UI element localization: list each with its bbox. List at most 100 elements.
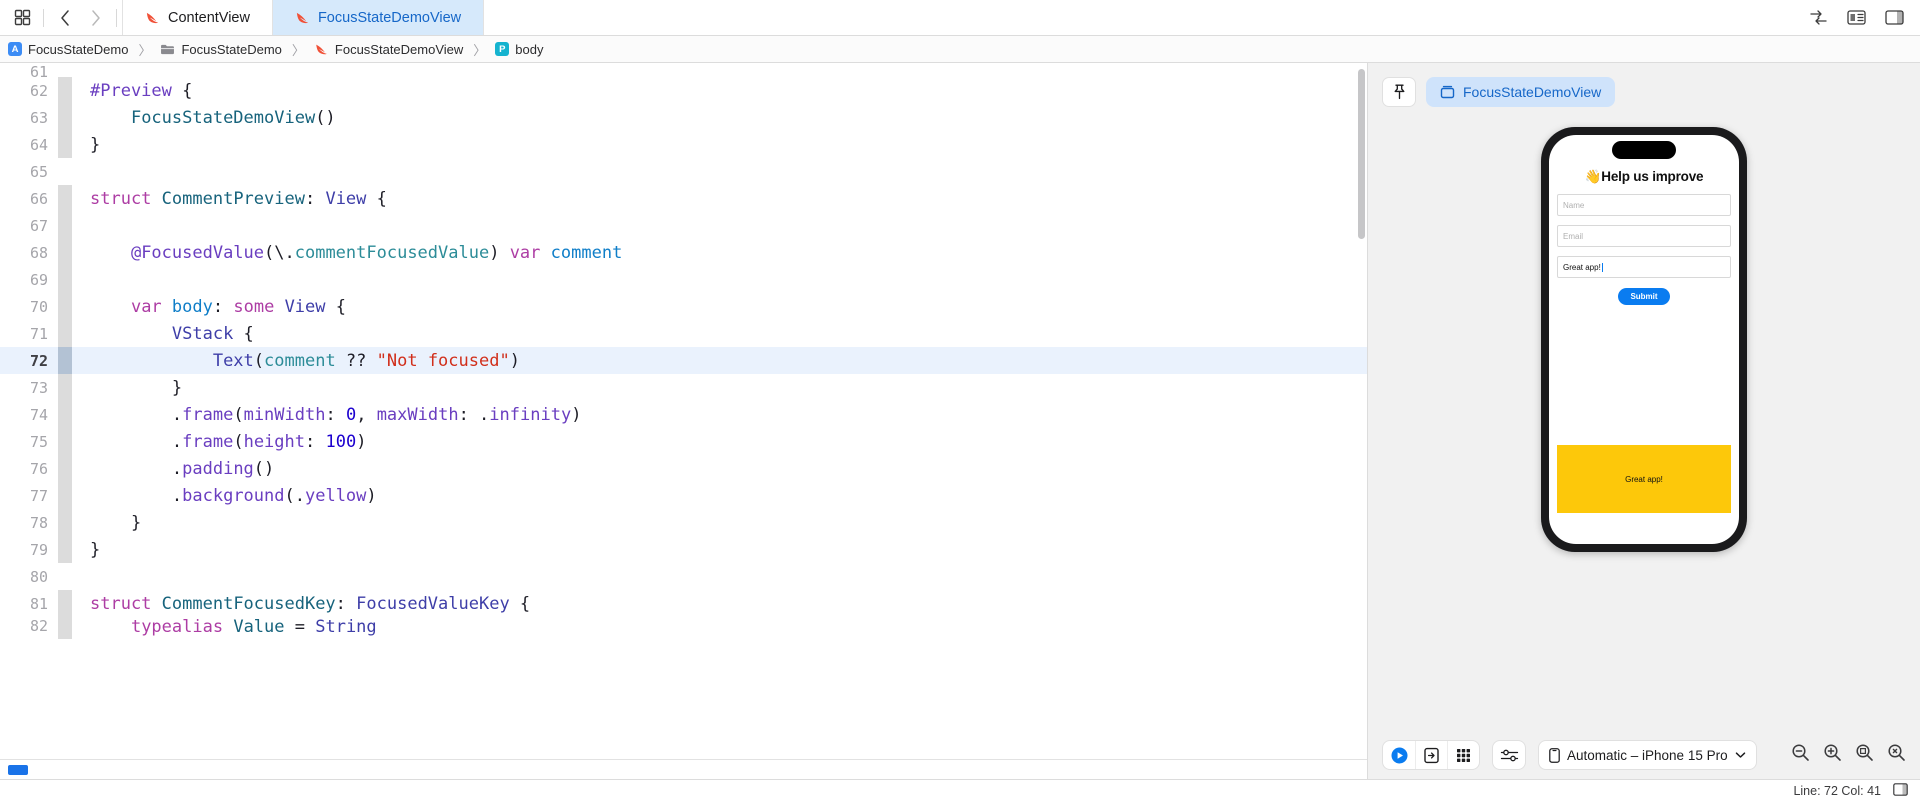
code-fold-ribbon[interactable] [58, 347, 72, 374]
breadcrumb-item-project[interactable]: A FocusStateDemo 〉 [8, 40, 155, 59]
code-line[interactable]: 72 Text(comment ?? "Not focused") [0, 347, 1367, 374]
code-fold-ribbon[interactable] [58, 77, 72, 104]
line-number[interactable]: 78 [0, 514, 58, 532]
device-selector-label: Automatic – iPhone 15 Pro [1567, 748, 1728, 763]
code-line[interactable]: 73 } [0, 374, 1367, 401]
chevron-left-icon[interactable] [51, 5, 79, 31]
line-number[interactable]: 81 [0, 595, 58, 613]
editor-scrollbar[interactable] [1358, 69, 1365, 239]
code-fold-ribbon[interactable] [58, 563, 72, 590]
code-fold-ribbon[interactable] [58, 185, 72, 212]
status-bar: Line: 72 Col: 41 [0, 779, 1920, 801]
code-review-icon[interactable] [1804, 5, 1832, 31]
variants-grid-icon[interactable] [1447, 741, 1479, 769]
code-fold-ribbon[interactable] [58, 536, 72, 563]
line-number[interactable]: 64 [0, 136, 58, 154]
line-number[interactable]: 67 [0, 217, 58, 235]
code-fold-ribbon[interactable] [58, 293, 72, 320]
breadcrumb-item-symbol[interactable]: P body [495, 42, 543, 57]
iphone-icon [1549, 748, 1560, 763]
code-line[interactable]: 62#Preview { [0, 77, 1367, 104]
line-number[interactable]: 71 [0, 325, 58, 343]
tab-contentview[interactable]: ContentView [122, 0, 273, 35]
zoom-in-icon[interactable] [1823, 743, 1842, 767]
code-line[interactable]: 71 VStack { [0, 320, 1367, 347]
line-number[interactable]: 76 [0, 460, 58, 478]
line-number[interactable]: 66 [0, 190, 58, 208]
line-number[interactable]: 75 [0, 433, 58, 451]
line-number[interactable]: 74 [0, 406, 58, 424]
breadcrumb-item-folder[interactable]: FocusStateDemo 〉 [160, 40, 308, 59]
code-fold-ribbon[interactable] [58, 104, 72, 131]
code-line[interactable]: 65 [0, 158, 1367, 185]
zoom-out-icon[interactable] [1791, 743, 1810, 767]
device-selector[interactable]: Automatic – iPhone 15 Pro [1538, 740, 1757, 770]
line-number[interactable]: 77 [0, 487, 58, 505]
zoom-actual-icon[interactable] [1887, 743, 1906, 767]
code-line[interactable]: 74 .frame(minWidth: 0, maxWidth: .infini… [0, 401, 1367, 428]
code-fold-ribbon[interactable] [58, 428, 72, 455]
code-line[interactable]: 68 @FocusedValue(\.commentFocusedValue) … [0, 239, 1367, 266]
zoom-fit-icon[interactable] [1855, 743, 1874, 767]
code-fold-ribbon[interactable] [58, 131, 72, 158]
tab-focusstatedemoview[interactable]: FocusStateDemoView [273, 0, 484, 35]
code-fold-ribbon[interactable] [58, 617, 72, 639]
line-number[interactable]: 82 [0, 617, 58, 635]
minimap-icon[interactable] [1893, 783, 1908, 799]
submit-button[interactable]: Submit [1618, 288, 1669, 305]
line-number[interactable]: 68 [0, 244, 58, 262]
name-field[interactable]: Name [1557, 194, 1731, 216]
code-line[interactable]: 80 [0, 563, 1367, 590]
code-line[interactable]: 82 typealias Value = String [0, 617, 1367, 639]
code-line[interactable]: 64} [0, 131, 1367, 158]
preview-name-pill[interactable]: FocusStateDemoView [1426, 77, 1615, 107]
code-line[interactable]: 69 [0, 266, 1367, 293]
code-scroll-area[interactable]: 6162#Preview {63 FocusStateDemoView()64}… [0, 63, 1367, 779]
code-line[interactable]: 70 var body: some View { [0, 293, 1367, 320]
canvas-stage[interactable]: 👋Help us improve Name Email Great app! [1368, 121, 1920, 731]
code-line[interactable]: 81struct CommentFocusedKey: FocusedValue… [0, 590, 1367, 617]
code-fold-ribbon[interactable] [58, 239, 72, 266]
code-fold-ribbon[interactable] [58, 401, 72, 428]
line-number[interactable]: 80 [0, 568, 58, 586]
line-number[interactable]: 72 [0, 352, 58, 370]
inspector-list-icon[interactable] [1842, 5, 1870, 31]
live-preview-icon[interactable] [1415, 741, 1447, 769]
code-line[interactable]: 78 } [0, 509, 1367, 536]
line-number[interactable]: 70 [0, 298, 58, 316]
code-fold-ribbon[interactable] [58, 374, 72, 401]
code-fold-ribbon[interactable] [58, 212, 72, 239]
device-settings-icon[interactable] [1492, 740, 1526, 770]
line-number[interactable]: 69 [0, 271, 58, 289]
line-number[interactable]: 79 [0, 541, 58, 559]
code-line[interactable]: 66struct CommentPreview: View { [0, 185, 1367, 212]
line-number[interactable]: 63 [0, 109, 58, 127]
play-circle-icon[interactable] [1383, 741, 1415, 769]
code-fold-ribbon[interactable] [58, 158, 72, 185]
line-number[interactable]: 73 [0, 379, 58, 397]
code-fold-ribbon[interactable] [58, 482, 72, 509]
email-field[interactable]: Email [1557, 225, 1731, 247]
chevron-right-icon[interactable] [81, 5, 109, 31]
right-panel-icon[interactable] [1880, 5, 1908, 31]
code-line[interactable]: 63 FocusStateDemoView() [0, 104, 1367, 131]
code-line[interactable]: 76 .padding() [0, 455, 1367, 482]
comment-field[interactable]: Great app! [1557, 256, 1731, 278]
device-screen[interactable]: 👋Help us improve Name Email Great app! [1549, 135, 1739, 544]
code-fold-ribbon[interactable] [58, 320, 72, 347]
code-fold-ribbon[interactable] [58, 509, 72, 536]
code-line[interactable]: 67 [0, 212, 1367, 239]
dynamic-island [1612, 141, 1676, 159]
code-fold-ribbon[interactable] [58, 455, 72, 482]
line-number[interactable]: 65 [0, 163, 58, 181]
grid-icon[interactable] [8, 5, 36, 31]
code-line[interactable]: 79} [0, 536, 1367, 563]
line-number[interactable]: 62 [0, 82, 58, 100]
code-line[interactable]: 77 .background(.yellow) [0, 482, 1367, 509]
pin-icon[interactable] [1382, 77, 1416, 107]
code-fold-ribbon[interactable] [58, 266, 72, 293]
source-editor[interactable]: 6162#Preview {63 FocusStateDemoView()64}… [0, 63, 1367, 779]
code-line[interactable]: 75 .frame(height: 100) [0, 428, 1367, 455]
breadcrumb-item-file[interactable]: FocusStateDemoView 〉 [314, 40, 490, 59]
code-fold-ribbon[interactable] [58, 590, 72, 617]
